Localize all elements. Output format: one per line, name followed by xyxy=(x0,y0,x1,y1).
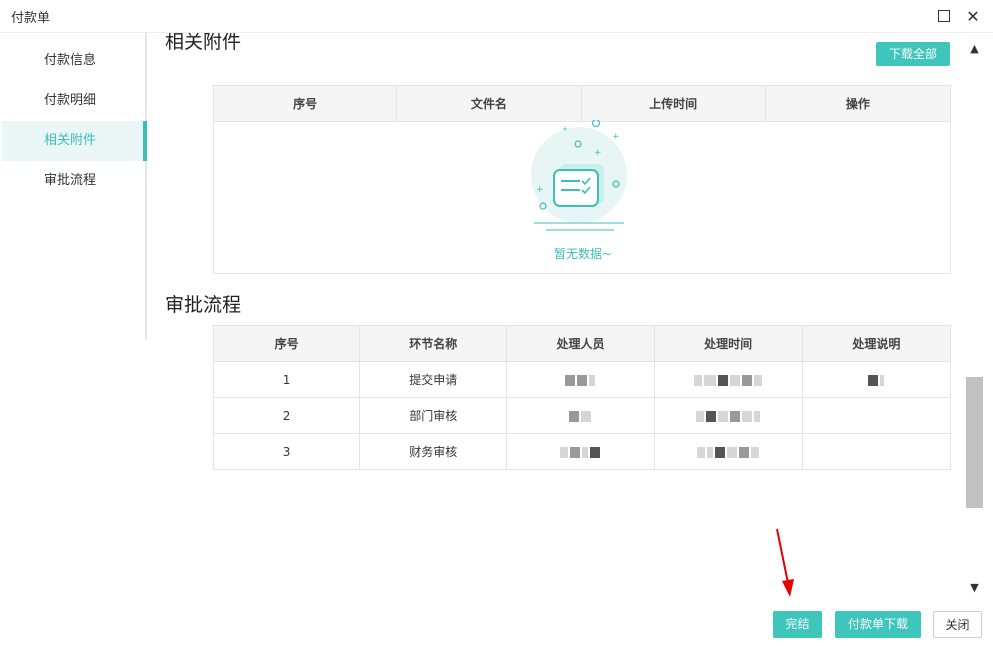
scroll-up-icon[interactable]: ▲ xyxy=(966,40,983,57)
attachments-table: 序号 文件名 上传时间 操作 xyxy=(212,85,952,122)
time-redacted xyxy=(653,397,803,434)
table-row: 1 提交申请 xyxy=(212,361,952,398)
svg-text:+: + xyxy=(536,185,544,195)
empty-data-text: 暂无数据~ xyxy=(554,247,613,261)
step-name: 财务审核 xyxy=(359,433,508,470)
column-header: 环节名称 xyxy=(359,325,508,362)
payment-download-button[interactable]: 付款单下载 xyxy=(835,611,921,638)
svg-text:+: + xyxy=(562,125,568,133)
step-name: 提交申请 xyxy=(359,361,508,398)
note-cell xyxy=(801,397,952,434)
handler-redacted xyxy=(506,433,655,470)
handler-redacted xyxy=(506,397,655,434)
complete-button[interactable]: 完结 xyxy=(773,611,822,638)
svg-text:+: + xyxy=(594,148,602,158)
sidebar-item-approval[interactable]: 审批流程 xyxy=(2,161,145,201)
sidebar: 付款信息 付款明细 相关附件 审批流程 xyxy=(0,32,147,340)
svg-text:+: + xyxy=(612,132,620,142)
sidebar-item-payment-info[interactable]: 付款信息 xyxy=(2,41,145,81)
column-header: 处理人员 xyxy=(506,325,655,362)
step-name: 部门审核 xyxy=(359,397,508,434)
column-header: 文件名 xyxy=(396,85,582,122)
vertical-scrollbar[interactable]: ▲ ▼ xyxy=(966,40,983,596)
time-redacted xyxy=(653,361,803,398)
column-header: 上传时间 xyxy=(580,85,766,122)
table-row: 2 部门审核 xyxy=(212,397,952,434)
close-button[interactable]: 关闭 xyxy=(933,611,982,638)
annotation-arrow-icon xyxy=(776,528,794,597)
column-header: 操作 xyxy=(764,85,952,122)
column-header: 处理说明 xyxy=(801,325,952,362)
attachments-title: 相关附件 xyxy=(165,33,242,53)
title-bar: 付款单 ✕ xyxy=(0,0,993,33)
approval-title: 审批流程 xyxy=(165,294,242,316)
approval-table: 序号 环节名称 处理人员 处理时间 处理说明 1 提交申请 2 部门审核 3 财… xyxy=(212,325,952,470)
table-row: 3 财务审核 xyxy=(212,433,952,470)
window-title: 付款单 xyxy=(11,11,51,26)
note-cell xyxy=(801,433,952,470)
handler-redacted xyxy=(506,361,655,398)
scroll-down-icon[interactable]: ▼ xyxy=(966,579,983,596)
row-number: 1 xyxy=(212,361,361,398)
maximize-icon[interactable] xyxy=(934,6,954,26)
time-redacted xyxy=(653,433,803,470)
sidebar-item-attachments[interactable]: 相关附件 xyxy=(2,121,147,161)
scroll-thumb[interactable] xyxy=(966,377,983,508)
column-header: 序号 xyxy=(212,325,361,362)
column-header: 处理时间 xyxy=(653,325,803,362)
close-icon[interactable]: ✕ xyxy=(963,6,983,26)
row-number: 2 xyxy=(212,397,361,434)
column-header: 序号 xyxy=(212,85,398,122)
main-content: 相关附件 下载全部 序号 文件名 上传时间 操作 + + + + 暂无数据~ 审… xyxy=(146,33,964,598)
empty-state: + + + + 暂无数据~ xyxy=(213,120,951,274)
row-number: 3 xyxy=(212,433,361,470)
empty-data-icon: + + + + xyxy=(531,120,627,231)
download-all-button[interactable]: 下载全部 xyxy=(876,42,950,66)
note-redacted xyxy=(801,361,952,398)
sidebar-item-payment-details[interactable]: 付款明细 xyxy=(2,81,145,121)
